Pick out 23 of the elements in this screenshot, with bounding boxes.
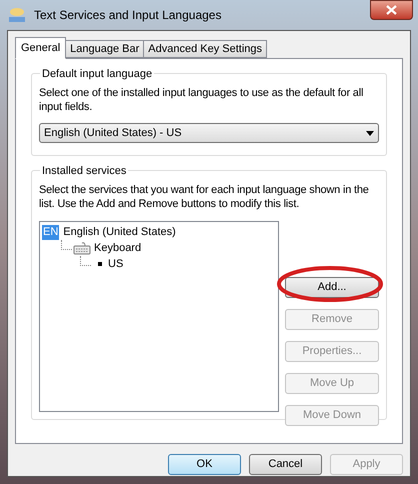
app-icon [8,7,26,23]
description-text: Select one of the installed input languages to use as the default for all input fields. [39,86,364,114]
keyboard-icon [73,242,91,254]
action-button[interactable]: Add... [285,276,379,298]
language-badge: EN [42,224,60,240]
close-button[interactable] [370,0,413,20]
dropdown-arrow-icon [366,130,374,136]
tree-connector [80,256,91,266]
tree-item[interactable]: US [108,256,124,272]
bullet-icon [98,262,102,266]
dialog-button[interactable]: Cancel [249,454,322,475]
tree-item[interactable]: English (United States) [63,224,176,240]
window-title: Text Services and Input Languages [34,7,222,24]
tree-connector [61,240,72,250]
close-icon [386,5,397,15]
language-dropdown[interactable]: English (United States) - US [39,123,379,143]
dialog-button[interactable]: OK [168,454,241,475]
tab[interactable]: General [15,37,66,59]
tree-item[interactable]: Keyboard [94,240,142,256]
description-text: Select the services that you want for each input language shown in the list. Use the Add and Remove buttons to modify this list. [39,183,370,211]
tab[interactable]: Language Bar [65,40,144,58]
group-title: Default input language [40,66,154,82]
tab[interactable]: Advanced Key Settings [143,40,268,58]
